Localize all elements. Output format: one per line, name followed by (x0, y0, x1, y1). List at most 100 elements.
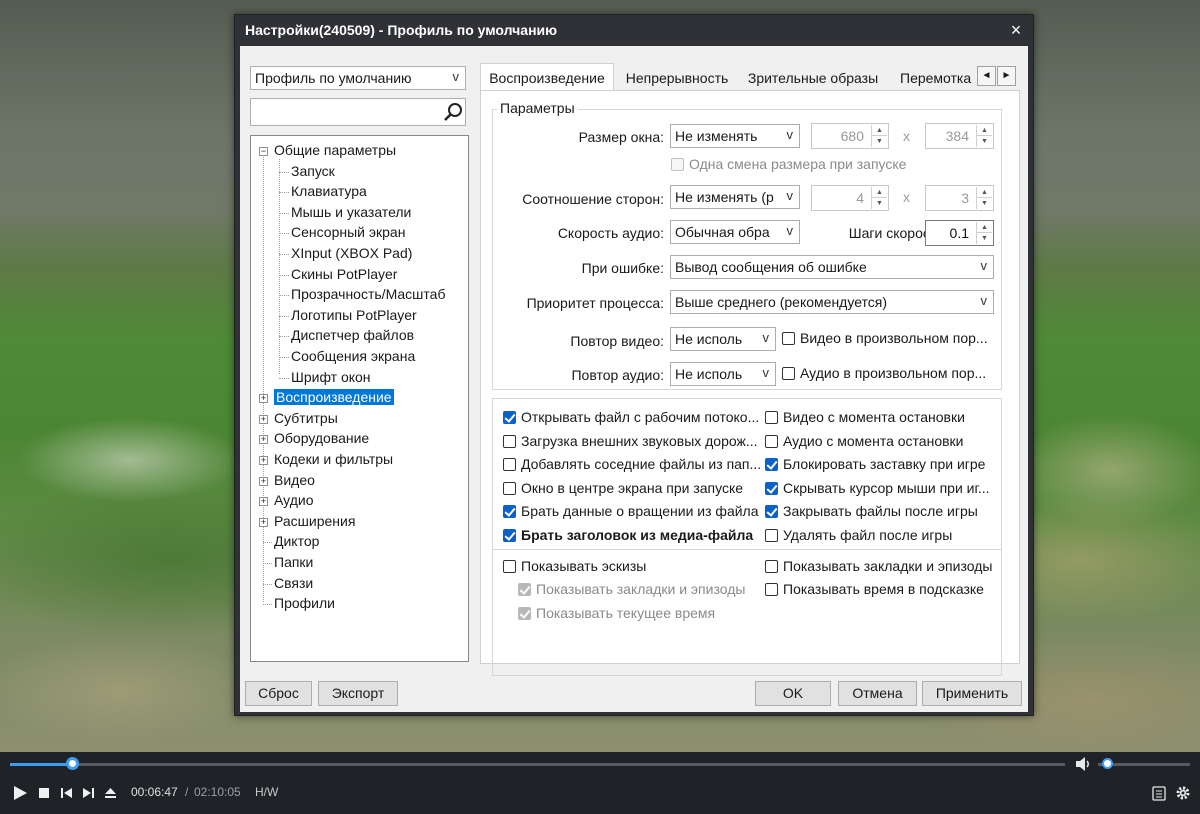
aspect-height-stepper[interactable]: ▲ ▼ (976, 187, 992, 209)
window-size-select[interactable]: Не изменять v (670, 124, 800, 148)
option-left-0-checkbox[interactable]: Открывать файл с рабочим потоко... (503, 409, 759, 427)
profile-select[interactable]: Профиль по умолчанию v (250, 66, 466, 90)
random-audio-checkbox[interactable]: Аудио в произвольном пор... (782, 365, 986, 383)
collapse-icon[interactable]: − (259, 147, 268, 156)
checkbox-box[interactable] (782, 332, 795, 345)
aspect-height-field[interactable]: 3 ▲ ▼ (925, 185, 994, 211)
tree-item-top-1[interactable]: Субтитры (274, 409, 338, 429)
checkbox-box[interactable] (503, 434, 516, 448)
show-time-tooltip-checkbox[interactable]: Показывать время в подсказке (765, 581, 984, 599)
option-right-0-checkbox[interactable]: Видео с момента остановки (765, 409, 965, 427)
checkbox-box[interactable] (765, 528, 778, 542)
speed-step-stepper[interactable]: ▲ ▼ (976, 222, 992, 244)
option-right-2-checkbox[interactable]: Блокировать заставку при игре (765, 456, 985, 474)
show-current-time-checkbox[interactable]: Показывать текущее время (518, 605, 715, 623)
play-icon[interactable] (12, 785, 28, 801)
expand-icon[interactable]: + (259, 414, 268, 424)
tree-item-top-9[interactable]: Связи (274, 574, 313, 594)
option-right-5-checkbox[interactable]: Удалять файл после игры (765, 527, 952, 545)
next-icon[interactable] (82, 787, 95, 799)
option-left-1-checkbox[interactable]: Загрузка внешних звуковых дорож... (503, 433, 758, 451)
tab-scroll-left-icon[interactable]: ◄ (977, 66, 996, 86)
ok-button[interactable]: OK (755, 681, 831, 706)
tree-item-top-4[interactable]: Видео (274, 471, 315, 491)
cancel-button[interactable]: Отмена (838, 681, 917, 706)
option-right-1-checkbox[interactable]: Аудио с момента остановки (765, 433, 963, 451)
checkbox-box[interactable] (765, 505, 778, 518)
audio-speed-select[interactable]: Обычная обра v (670, 220, 800, 244)
option-left-4-checkbox[interactable]: Брать данные о вращении из файла (503, 503, 759, 521)
repeat-audio-select[interactable]: Не исполь v (670, 362, 776, 386)
tab-visual-images[interactable]: Зрительные образы (740, 64, 886, 91)
expand-icon[interactable]: + (259, 435, 268, 445)
window-height-field[interactable]: 384 ▲ ▼ (925, 123, 994, 149)
tree-item-child-5[interactable]: Скины PotPlayer (291, 265, 397, 285)
tab-scroll-right-icon[interactable]: ► (997, 66, 1016, 86)
tab-continuity[interactable]: Непрерывность (618, 64, 736, 91)
show-bookmarks-sub-checkbox[interactable]: Показывать закладки и эпизоды (518, 581, 745, 599)
window-width-field[interactable]: 680 ▲ ▼ (811, 123, 889, 149)
aspect-select[interactable]: Не изменять (р v (670, 185, 800, 209)
volume-handle[interactable] (1102, 758, 1113, 769)
checkbox-box[interactable] (765, 481, 778, 495)
close-icon[interactable]: × (1005, 19, 1027, 41)
apply-button[interactable]: Применить (922, 681, 1022, 706)
tree-item-child-1[interactable]: Клавиатура (291, 182, 367, 202)
tab-seek[interactable]: Перемотка (890, 64, 976, 91)
tree-item-top-7[interactable]: Диктор (274, 532, 319, 552)
show-bookmarks-checkbox[interactable]: Показывать закладки и эпизоды (765, 558, 992, 576)
checkbox-box[interactable] (765, 458, 778, 471)
checkbox-box[interactable] (765, 560, 778, 573)
eject-icon[interactable] (104, 787, 117, 799)
checkbox-box[interactable] (765, 434, 778, 448)
tree-item-child-2[interactable]: Мышь и указатели (291, 203, 411, 223)
tree-item-child-6[interactable]: Прозрачность/Масштаб (291, 285, 445, 305)
tree-item-child-3[interactable]: Сенсорный экран (291, 223, 405, 243)
show-thumbs-checkbox[interactable]: Показывать эскизы (503, 558, 646, 576)
settings-icon[interactable] (1175, 785, 1191, 801)
expand-icon[interactable]: + (259, 476, 268, 486)
checkbox-box[interactable] (518, 583, 531, 596)
checkbox-box[interactable] (782, 367, 795, 380)
checkbox-box[interactable] (503, 458, 516, 471)
spin-up-icon[interactable]: ▲ (977, 187, 992, 198)
random-video-checkbox[interactable]: Видео в произвольном пор... (782, 330, 988, 348)
playlist-icon[interactable] (1152, 786, 1166, 801)
checkbox-box[interactable] (503, 411, 516, 424)
checkbox-box[interactable] (503, 481, 516, 495)
spin-down-icon[interactable]: ▼ (977, 136, 992, 147)
tab-playback[interactable]: Воспроизведение (480, 63, 614, 92)
spin-up-icon[interactable]: ▲ (977, 222, 992, 233)
tree-item-top-0[interactable]: Воспроизведение (274, 388, 394, 408)
settings-tree[interactable]: − Общие параметры Запуск Клавиатура Мышь и у… (250, 135, 469, 662)
spin-up-icon[interactable]: ▲ (872, 125, 887, 136)
width-stepper[interactable]: ▲ ▼ (871, 125, 887, 147)
repeat-video-select[interactable]: Не исполь v (670, 327, 776, 351)
tree-item-top-3[interactable]: Кодеки и фильтры (274, 450, 393, 470)
expand-icon[interactable]: + (259, 517, 268, 527)
tree-item-general[interactable]: Общие параметры (274, 141, 396, 161)
tree-item-top-2[interactable]: Оборудование (274, 429, 369, 449)
expand-icon[interactable]: + (259, 394, 268, 404)
tree-item-child-4[interactable]: XInput (XBOX Pad) (291, 244, 412, 264)
checkbox-box[interactable] (518, 607, 531, 620)
checkbox-box[interactable] (503, 560, 516, 573)
spin-down-icon[interactable]: ▼ (872, 198, 887, 209)
seek-handle[interactable] (66, 757, 79, 770)
checkbox-box[interactable] (671, 158, 684, 171)
tree-item-child-0[interactable]: Запуск (291, 162, 335, 182)
expand-icon[interactable]: + (259, 456, 268, 465)
spin-down-icon[interactable]: ▼ (977, 233, 992, 244)
expand-icon[interactable]: + (259, 497, 268, 507)
tree-item-child-8[interactable]: Диспетчер файлов (291, 326, 414, 346)
priority-select[interactable]: Выше среднего (рекомендуется) v (670, 290, 994, 314)
search-input[interactable] (250, 98, 466, 126)
option-left-2-checkbox[interactable]: Добавлять соседние файлы из пап... (503, 456, 761, 474)
export-button[interactable]: Экспорт (318, 681, 398, 706)
aspect-width-stepper[interactable]: ▲ ▼ (871, 187, 887, 209)
tree-item-child-10[interactable]: Шрифт окон (291, 368, 371, 388)
stop-icon[interactable] (38, 787, 50, 799)
tree-item-top-10[interactable]: Профили (274, 594, 335, 614)
prev-icon[interactable] (60, 787, 73, 799)
option-left-5-checkbox[interactable]: Брать заголовок из медиа-файла (503, 527, 753, 545)
